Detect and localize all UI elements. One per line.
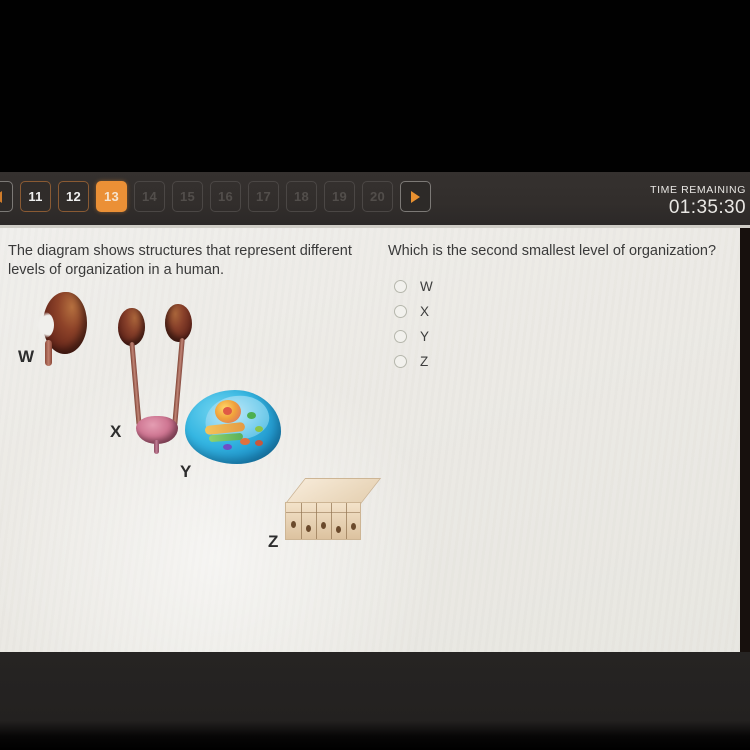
- question-number-label: 15: [179, 189, 196, 204]
- answer-option-x[interactable]: X: [388, 299, 733, 324]
- radio-button-z[interactable]: [394, 355, 407, 368]
- screen-bezel-right: [740, 228, 750, 652]
- tissue-cell-divider: [316, 503, 317, 539]
- question-button-15[interactable]: 15: [172, 181, 203, 212]
- question-button-11[interactable]: 11: [20, 181, 51, 212]
- question-navigator-bar: 11 12 13 14 15 16 17 18 19 20 TIME REMAI…: [0, 172, 750, 228]
- urethra-shape: [154, 440, 159, 454]
- question-prompt: Which is the second smallest level of or…: [388, 243, 717, 259]
- answer-options-list: W X Y Z: [388, 274, 733, 374]
- golgi-apparatus: [208, 432, 244, 443]
- left-ureter: [129, 341, 142, 427]
- question-button-19[interactable]: 19: [324, 181, 355, 212]
- question-number-label: 19: [331, 189, 348, 204]
- tissue-row-divider: [286, 512, 360, 513]
- lysosome-1: [240, 438, 250, 445]
- tissue-cell-divider: [301, 503, 302, 539]
- time-remaining: TIME REMAINING 01:35:30: [650, 184, 746, 219]
- photographed-screen: 11 12 13 14 15 16 17 18 19 20 TIME REMAI…: [0, 0, 750, 750]
- answer-option-label: Y: [420, 329, 430, 344]
- diagram-label-w: W: [18, 347, 35, 366]
- answer-option-y[interactable]: Y: [388, 324, 733, 349]
- right-ureter: [172, 337, 185, 427]
- kidney-hilum-notch: [36, 312, 54, 338]
- previous-question-button[interactable]: [0, 181, 13, 212]
- levels-of-organization-diagram: W X Y Z: [0, 270, 382, 600]
- tissue-cell-nucleus: [351, 523, 356, 530]
- lysosome-2: [255, 440, 263, 446]
- question-number-label: 17: [255, 189, 272, 204]
- tissue-cell-divider: [346, 503, 347, 539]
- question-content-panel: The diagram shows structures that repres…: [0, 228, 746, 652]
- kidney-ureter: [45, 340, 52, 366]
- question-number-list: 11 12 13 14 15 16 17 18 19 20: [0, 181, 431, 212]
- radio-button-x[interactable]: [394, 305, 407, 318]
- question-number-label: 16: [217, 189, 234, 204]
- radio-button-y[interactable]: [394, 330, 407, 343]
- triangle-right-icon: [411, 190, 420, 203]
- screen-bezel-bottom: [0, 652, 750, 750]
- next-question-button[interactable]: [400, 181, 431, 212]
- answer-column: Which is the second smallest level of or…: [388, 242, 733, 374]
- tissue-cell-nucleus: [336, 526, 341, 533]
- animal-cell-illustration: [185, 390, 281, 464]
- mitochondrion-2: [255, 426, 263, 432]
- answer-option-z[interactable]: Z: [388, 349, 733, 374]
- answer-option-label: X: [420, 304, 430, 319]
- diagram-label-z: Z: [268, 532, 279, 551]
- triangle-left-icon: [0, 190, 2, 203]
- question-button-20[interactable]: 20: [362, 181, 393, 212]
- question-number-label: 12: [65, 189, 82, 204]
- tissue-cell-nucleus: [321, 522, 326, 529]
- answer-option-w[interactable]: W: [388, 274, 733, 299]
- time-remaining-value: 01:35:30: [668, 197, 746, 218]
- radio-button-w[interactable]: [394, 280, 407, 293]
- question-number-label: 11: [28, 189, 43, 204]
- question-button-12[interactable]: 12: [58, 181, 89, 212]
- tissue-top-face: [284, 478, 382, 504]
- question-button-16[interactable]: 16: [210, 181, 241, 212]
- tissue-cell-nucleus: [291, 521, 296, 528]
- right-kidney-shape: [165, 304, 192, 342]
- question-button-17[interactable]: 17: [248, 181, 279, 212]
- left-kidney-shape: [118, 308, 145, 346]
- tissue-front-face: [285, 502, 361, 540]
- vesicle-1: [223, 444, 232, 450]
- question-button-13-current[interactable]: 13: [96, 181, 127, 212]
- diagram-label-y: Y: [180, 462, 192, 481]
- screen-bezel-top: [0, 0, 750, 172]
- epithelial-tissue-illustration: [284, 478, 382, 540]
- question-number-label: 14: [141, 189, 158, 204]
- answer-option-label: Z: [420, 354, 429, 369]
- question-number-label: 18: [293, 189, 310, 204]
- time-remaining-label: TIME REMAINING: [650, 184, 746, 196]
- question-button-18[interactable]: 18: [286, 181, 317, 212]
- tissue-cell-nucleus: [306, 525, 311, 532]
- question-number-label: 13: [103, 189, 120, 204]
- answer-option-label: W: [420, 279, 433, 294]
- tissue-cell-divider: [331, 503, 332, 539]
- question-button-14[interactable]: 14: [134, 181, 165, 212]
- mitochondrion-1: [247, 412, 256, 419]
- question-number-label: 20: [369, 189, 386, 204]
- cell-nucleolus: [223, 407, 232, 415]
